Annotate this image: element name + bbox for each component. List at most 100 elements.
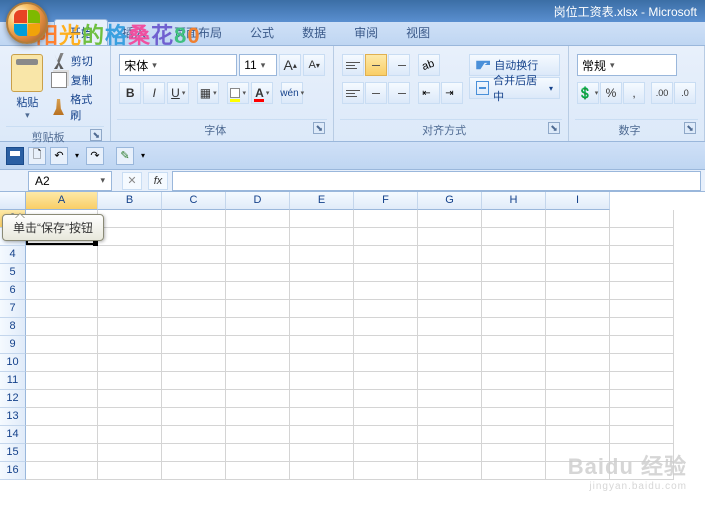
spreadsheet-grid[interactable]: A B C D E F G H I 2 3 4 5 6 7 8 9 10 11 … — [0, 192, 705, 480]
increase-decimal-button[interactable]: .00 — [651, 82, 673, 104]
tab-formulas[interactable]: 公式 — [236, 20, 288, 45]
new-button[interactable]: 🗋 — [28, 147, 46, 165]
align-top-button[interactable] — [342, 54, 364, 76]
col-header[interactable]: G — [418, 192, 482, 210]
underline-button[interactable]: U▾ — [167, 82, 189, 104]
ribbon-tabs: 开始 插入 页面布局 公式 数据 审阅 视图 — [0, 22, 705, 46]
comma-button[interactable]: , — [623, 82, 645, 104]
number-format-combo[interactable]: 常规▾ — [577, 54, 677, 76]
copy-button[interactable]: 复制 — [49, 71, 104, 89]
undo-dropdown[interactable]: ▾ — [72, 147, 82, 165]
row-header[interactable]: 9 — [0, 336, 26, 354]
group-number: 常规▾ 💲▾ % , .00 .0 数字⬊ — [569, 46, 705, 141]
row-header[interactable]: 6 — [0, 282, 26, 300]
col-header[interactable]: E — [290, 192, 354, 210]
formula-input[interactable] — [172, 171, 701, 191]
undo-button[interactable]: ↶ — [50, 147, 68, 165]
align-right-button[interactable] — [388, 82, 410, 104]
col-header[interactable]: A — [26, 192, 98, 210]
group-clipboard: 粘贴 ▾ 剪切 复制 格式刷 剪贴板⬊ — [0, 46, 111, 141]
quick-print-button[interactable]: ✎ — [116, 147, 134, 165]
cells-area[interactable]: // generate rows inline for brevity docu… — [26, 210, 674, 480]
copy-label: 复制 — [71, 72, 93, 88]
row-header[interactable]: 5 — [0, 264, 26, 282]
insert-function-button[interactable]: fx — [148, 172, 168, 190]
clipboard-launcher[interactable]: ⬊ — [90, 129, 102, 141]
chevron-down-icon: ▾ — [152, 60, 157, 71]
name-box-value: A2 — [35, 174, 50, 188]
col-header[interactable]: H — [482, 192, 546, 210]
row-header[interactable]: 13 — [0, 408, 26, 426]
row-header[interactable]: 7 — [0, 300, 26, 318]
ribbon: 粘贴 ▾ 剪切 复制 格式刷 剪贴板⬊ 宋体▾ 11▾ A▴ A▾ B I U▾ — [0, 46, 705, 142]
font-size-combo[interactable]: 11▾ — [239, 54, 277, 76]
save-button[interactable] — [6, 147, 24, 165]
col-header[interactable]: C — [162, 192, 226, 210]
fill-color-button[interactable]: ▾ — [227, 82, 249, 104]
wrap-label: 自动换行 — [494, 57, 538, 73]
tab-home[interactable]: 开始 — [54, 19, 108, 45]
row-header[interactable]: 10 — [0, 354, 26, 372]
save-tooltip: 单击“保存”按钮 — [2, 214, 104, 241]
bold-button[interactable]: B — [119, 82, 141, 104]
cut-button[interactable]: 剪切 — [49, 52, 104, 70]
paste-dropdown-icon[interactable]: ▾ — [25, 110, 30, 121]
phonetic-button[interactable]: wén▾ — [281, 82, 303, 104]
row-header[interactable]: 11 — [0, 372, 26, 390]
tab-page-layout[interactable]: 页面布局 — [160, 20, 236, 45]
col-header[interactable]: F — [354, 192, 418, 210]
font-name-value: 宋体 — [124, 57, 148, 74]
office-logo-icon — [14, 10, 40, 36]
decrease-font-button[interactable]: A▾ — [303, 54, 325, 76]
paste-icon — [11, 54, 43, 92]
merge-label: 合并后居中 — [493, 72, 543, 104]
font-launcher[interactable]: ⬊ — [313, 122, 325, 134]
row-header[interactable]: 4 — [0, 246, 26, 264]
tab-review[interactable]: 审阅 — [340, 20, 392, 45]
qat-customize[interactable]: ▾ — [138, 147, 148, 165]
align-launcher[interactable]: ⬊ — [548, 122, 560, 134]
col-header[interactable]: I — [546, 192, 610, 210]
quick-access-toolbar: 🗋 ↶ ▾ ↷ ✎ ▾ — [0, 142, 705, 170]
col-header[interactable]: B — [98, 192, 162, 210]
cancel-formula-button[interactable]: ✕ — [122, 172, 142, 190]
row-header[interactable]: 12 — [0, 390, 26, 408]
align-left-button[interactable] — [342, 82, 364, 104]
percent-button[interactable]: % — [600, 82, 622, 104]
align-middle-button[interactable] — [365, 54, 387, 76]
merge-center-button[interactable]: 合并后居中▾ — [469, 77, 560, 99]
paste-button[interactable]: 粘贴 ▾ — [6, 50, 49, 126]
align-center-button[interactable] — [365, 82, 387, 104]
format-painter-button[interactable]: 格式刷 — [49, 90, 104, 124]
border-button[interactable]: ▦▾ — [197, 82, 219, 104]
row-header[interactable]: 15 — [0, 444, 26, 462]
number-launcher[interactable]: ⬊ — [684, 122, 696, 134]
formula-bar: A2▾ ✕ fx — [0, 170, 705, 192]
office-button[interactable] — [6, 2, 48, 44]
currency-button[interactable]: 💲▾ — [577, 82, 599, 104]
redo-button[interactable]: ↷ — [86, 147, 104, 165]
font-name-combo[interactable]: 宋体 ▾ — [119, 54, 237, 76]
brush-icon — [51, 99, 66, 115]
paste-label: 粘贴 — [16, 94, 38, 110]
font-size-value: 11 — [244, 58, 256, 72]
font-color-button[interactable]: A▾ — [251, 82, 273, 104]
increase-indent-button[interactable]: ⇥ — [441, 82, 463, 104]
row-header[interactable]: 16 — [0, 462, 26, 480]
group-alignment: ab ⇤ ⇥ 自动换行 合并后居中▾ 对齐方式⬊ — [334, 46, 569, 141]
decrease-decimal-button[interactable]: .0 — [674, 82, 696, 104]
italic-button[interactable]: I — [143, 82, 165, 104]
row-headers: 2 3 4 5 6 7 8 9 10 11 12 13 14 15 16 — [0, 210, 26, 480]
increase-font-button[interactable]: A▴ — [279, 54, 301, 76]
tab-view[interactable]: 视图 — [392, 20, 444, 45]
orientation-button[interactable]: ab — [418, 54, 440, 76]
align-bottom-button[interactable] — [388, 54, 410, 76]
col-header[interactable]: D — [226, 192, 290, 210]
row-header[interactable]: 8 — [0, 318, 26, 336]
tab-data[interactable]: 数据 — [288, 20, 340, 45]
decrease-indent-button[interactable]: ⇤ — [418, 82, 440, 104]
cut-label: 剪切 — [71, 53, 93, 69]
row-header[interactable]: 14 — [0, 426, 26, 444]
name-box[interactable]: A2▾ — [28, 171, 112, 191]
tab-insert[interactable]: 插入 — [108, 20, 160, 45]
